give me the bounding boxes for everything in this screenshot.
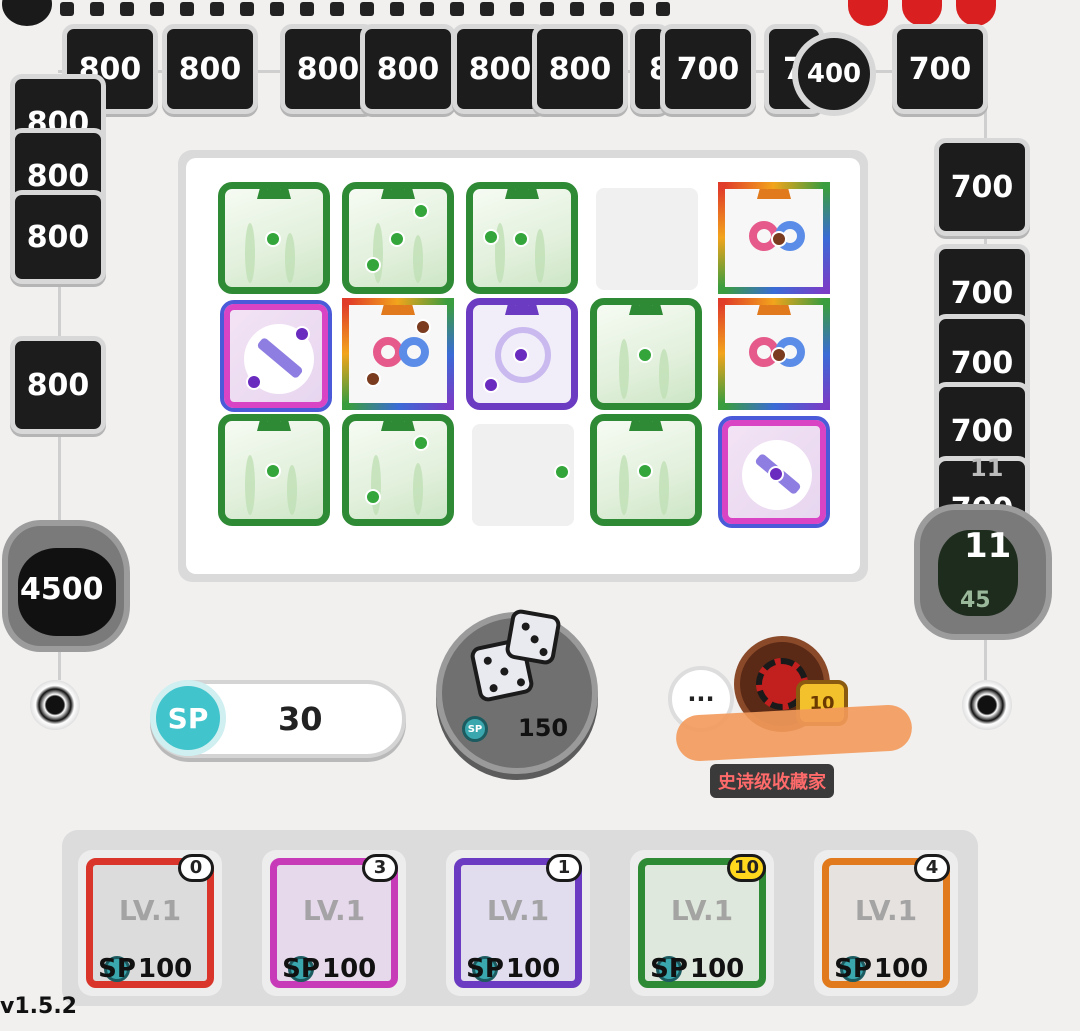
enemy-unit: 700: [934, 138, 1030, 236]
dice-arrow[interactable]: [718, 416, 830, 528]
dice-green[interactable]: [342, 414, 454, 526]
board-slot-empty[interactable]: [596, 188, 698, 290]
board-slot-empty[interactable]: [472, 424, 574, 526]
dice-green[interactable]: [590, 414, 702, 526]
enemy-unit: 700: [660, 24, 756, 114]
boss-enemy: 11 11 45: [914, 454, 1052, 640]
dice-green[interactable]: [342, 182, 454, 294]
sp-coin-icon: SP: [466, 954, 504, 984]
sp-coin-icon: SP: [462, 716, 488, 742]
dice-deck: LV.1 0 SP 100 LV.1 3 SP 100 LV.1 1 SP 10…: [62, 830, 978, 1006]
dice-infinity[interactable]: [718, 182, 830, 294]
roll-cost: 150: [518, 714, 569, 742]
dice-infinity[interactable]: [342, 298, 454, 410]
boss-hp: 4500: [20, 572, 104, 607]
upgrade-count-badge: 10: [726, 854, 766, 882]
card-level: LV.1: [854, 894, 918, 927]
heart-icon: [848, 0, 888, 26]
upgrade-count-badge: 4: [914, 854, 950, 882]
enemy-unit: 800: [360, 24, 456, 114]
spawn-portal-icon: [962, 680, 1012, 730]
sp-value: 30: [278, 700, 323, 738]
version-label: v1.5.2: [0, 994, 77, 1019]
upgrade-count-badge: 1: [546, 854, 582, 882]
sp-coin-icon: SP: [150, 680, 226, 756]
enemy-unit: 800: [10, 190, 106, 284]
sp-display: SP 30: [150, 680, 406, 758]
dice-green[interactable]: [218, 182, 330, 294]
card-level: LV.1: [486, 894, 550, 927]
deck-card-green[interactable]: LV.1 10 SP 100: [630, 850, 774, 996]
sp-coin-icon: SP: [834, 954, 872, 984]
upgrade-count-badge: 0: [178, 854, 214, 882]
card-cost: 100: [506, 954, 561, 984]
deck-card-red[interactable]: LV.1 0 SP 100: [78, 850, 222, 996]
enemy-unit: 800: [532, 24, 628, 114]
card-cost: 100: [690, 954, 745, 984]
dice-arrow[interactable]: [220, 300, 332, 412]
counter-faded: 11: [970, 454, 1004, 482]
deck-card-infinity[interactable]: LV.1 4 SP 100: [814, 850, 958, 996]
heart-icon: [902, 0, 942, 26]
card-level: LV.1: [302, 894, 366, 927]
enemy-unit: 700: [892, 24, 988, 114]
dice-green[interactable]: [466, 182, 578, 294]
card-cost: 100: [138, 954, 193, 984]
boss-face-icon: [2, 0, 52, 26]
dice-infinity[interactable]: [718, 298, 830, 410]
opponent-title: 史诗级收藏家: [710, 764, 834, 798]
card-level: LV.1: [670, 894, 734, 927]
card-cost: 100: [322, 954, 377, 984]
counter-faded: 45: [960, 588, 991, 613]
dice-green[interactable]: [218, 414, 330, 526]
spawn-portal-icon: [30, 680, 80, 730]
dice-icon: [504, 608, 562, 666]
deck-card-purple[interactable]: LV.1 1 SP 100: [446, 850, 590, 996]
deck-card-arrow[interactable]: LV.1 3 SP 100: [262, 850, 406, 996]
card-cost: 100: [874, 954, 929, 984]
enemy-unit: 800: [10, 336, 106, 434]
enemy-round-unit: 400: [792, 32, 876, 116]
sp-coin-icon: SP: [282, 954, 320, 984]
card-level: LV.1: [118, 894, 182, 927]
dice-purple[interactable]: [466, 298, 578, 410]
game-board: [178, 150, 868, 582]
dice-green[interactable]: [590, 298, 702, 410]
boss-counter: 11: [964, 526, 1012, 566]
upgrade-count-badge: 3: [362, 854, 398, 882]
sp-coin-icon: SP: [650, 954, 688, 984]
roll-dice-button[interactable]: SP 150: [436, 608, 598, 774]
boss-enemy: 4500: [2, 520, 130, 652]
enemy-unit: 800: [162, 24, 258, 114]
heart-icon: [956, 0, 996, 26]
sp-coin-icon: SP: [98, 954, 136, 984]
